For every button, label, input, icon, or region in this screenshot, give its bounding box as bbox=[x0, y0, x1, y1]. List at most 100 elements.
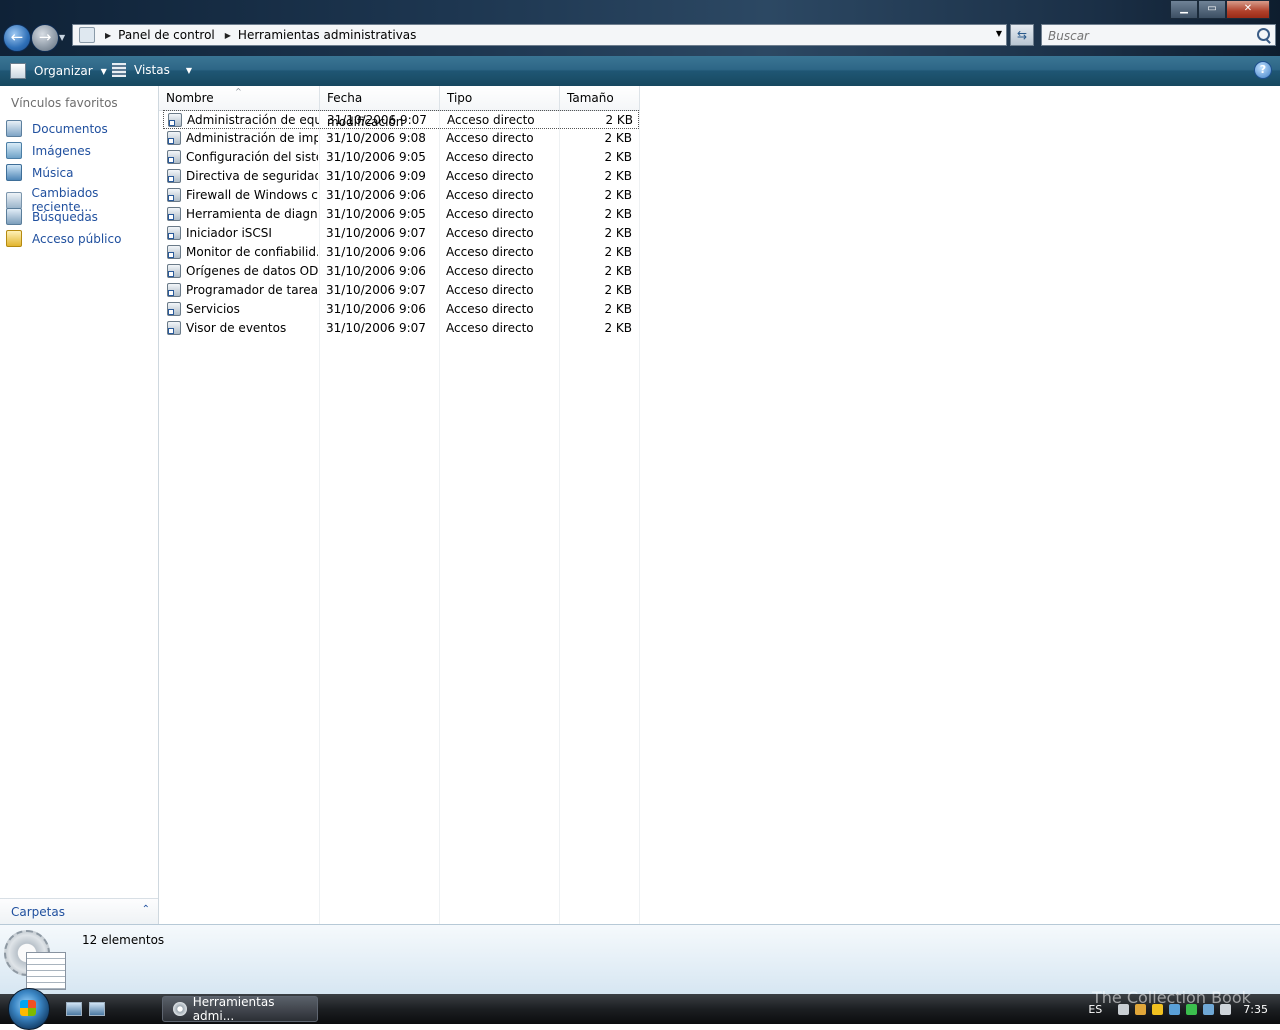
favorite-link-label: Documentos bbox=[32, 121, 108, 136]
file-size: 2 KB bbox=[604, 188, 632, 202]
shortcut-icon bbox=[167, 245, 181, 259]
network-icon[interactable] bbox=[1169, 1003, 1181, 1015]
recent-pages-dropdown[interactable]: ▼ bbox=[59, 33, 65, 42]
switch-windows-icon[interactable] bbox=[89, 1002, 105, 1016]
maximize-button[interactable]: ▭ bbox=[1198, 0, 1226, 19]
file-name: Configuración del siste... bbox=[186, 150, 318, 164]
file-type: Acceso directo bbox=[446, 150, 534, 164]
window-controls: ▁ ▭ ✕ bbox=[1170, 0, 1270, 19]
file-row[interactable]: Firewall de Windows c... 31/10/2006 9:06 A… bbox=[163, 186, 639, 205]
file-row[interactable]: Programador de tareas 31/10/2006 9:07 Acce… bbox=[163, 281, 639, 300]
folders-toggle[interactable]: Carpetas ⌃ bbox=[0, 898, 158, 925]
shortcut-icon bbox=[167, 302, 181, 316]
file-row[interactable]: Administración de imp... 31/10/2006 9:08 A… bbox=[163, 129, 639, 148]
column-header-type[interactable]: Tipo bbox=[440, 86, 560, 110]
breadcrumb-control-panel[interactable]: Panel de control bbox=[118, 28, 215, 42]
column-header-date[interactable]: Fecha modificación bbox=[320, 86, 440, 129]
column-divider bbox=[639, 86, 640, 924]
shortcut-icon bbox=[167, 131, 181, 145]
security-check-icon[interactable] bbox=[1186, 1003, 1198, 1015]
file-type: Acceso directo bbox=[446, 245, 534, 259]
shortcut-icon bbox=[167, 264, 181, 278]
chevron-right-icon[interactable]: ▶ bbox=[105, 31, 111, 40]
column-header-size[interactable]: Tamaño bbox=[560, 86, 640, 110]
column-header-name[interactable]: Nombre ^ bbox=[159, 86, 320, 110]
favorite-link-pictures[interactable]: Imágenes bbox=[6, 142, 91, 159]
column-header-label: Tamaño bbox=[567, 91, 614, 105]
search-box[interactable] bbox=[1041, 24, 1276, 46]
views-button[interactable]: Vistas ▼ bbox=[112, 63, 192, 77]
chevron-down-icon[interactable]: ▼ bbox=[996, 29, 1002, 38]
file-name: Firewall de Windows c... bbox=[186, 188, 318, 202]
keyboard-icon[interactable] bbox=[1118, 1003, 1130, 1015]
file-name: Herramienta de diagn... bbox=[186, 207, 318, 221]
file-row[interactable]: Administración de equ... 31/10/2006 9:07 A… bbox=[163, 110, 639, 129]
views-icon bbox=[112, 63, 126, 77]
file-row[interactable]: Iniciador iSCSI 31/10/2006 9:07 Acceso dir… bbox=[163, 224, 639, 243]
help-icon[interactable]: ? bbox=[1254, 61, 1272, 79]
file-row[interactable]: Monitor de confiabilid... 31/10/2006 9:06… bbox=[163, 243, 639, 262]
music-icon bbox=[6, 164, 22, 181]
show-desktop-icon[interactable] bbox=[66, 1002, 82, 1016]
file-name: Orígenes de datos ODBC bbox=[186, 264, 318, 278]
breadcrumb-admin-tools[interactable]: Herramientas administrativas bbox=[238, 28, 416, 42]
volume-icon[interactable] bbox=[1220, 1003, 1232, 1015]
file-size: 2 KB bbox=[604, 302, 632, 316]
organize-button[interactable]: Organizar ▼ bbox=[10, 63, 107, 79]
refresh-button[interactable]: ⇆ bbox=[1010, 24, 1034, 46]
file-row[interactable]: Configuración del siste... 31/10/2006 9:0… bbox=[163, 148, 639, 167]
shield-icon[interactable] bbox=[1135, 1003, 1147, 1015]
file-type: Acceso directo bbox=[446, 321, 534, 335]
file-type: Acceso directo bbox=[446, 207, 534, 221]
shortcut-icon bbox=[167, 169, 181, 183]
chevron-down-icon: ▼ bbox=[185, 65, 192, 75]
favorite-link-label: Búsquedas bbox=[32, 209, 98, 224]
taskbar-window-button[interactable]: Herramientas admi... bbox=[162, 995, 318, 1023]
file-date: 31/10/2006 9:07 bbox=[326, 321, 426, 335]
chevron-right-icon[interactable]: ▶ bbox=[225, 31, 231, 40]
alert-icon[interactable] bbox=[1152, 1003, 1164, 1015]
shortcut-icon bbox=[168, 113, 182, 127]
navigation-pane: Vínculos favoritos Documentos Imágenes M… bbox=[0, 86, 159, 925]
file-date: 31/10/2006 9:07 bbox=[326, 283, 426, 297]
file-type: Acceso directo bbox=[446, 302, 534, 316]
address-bar[interactable]: ▶ Panel de control ▶ Herramientas admini… bbox=[72, 24, 1007, 46]
minimize-button[interactable]: ▁ bbox=[1170, 0, 1198, 19]
file-name: Programador de tareas bbox=[186, 283, 318, 297]
favorite-link-public[interactable]: Acceso público bbox=[6, 230, 121, 247]
refresh-icon: ⇆ bbox=[1016, 28, 1028, 42]
back-button[interactable]: ← bbox=[3, 24, 31, 52]
taskbar-window-label: Herramientas admi... bbox=[192, 995, 275, 1023]
search-icon[interactable] bbox=[1257, 28, 1270, 41]
file-row[interactable]: Herramienta de diagn... 31/10/2006 9:05 Ac… bbox=[163, 205, 639, 224]
admin-tools-icon bbox=[4, 930, 66, 990]
file-list: Nombre ^ Fecha modificación Tipo Tamaño … bbox=[159, 86, 1280, 924]
file-row[interactable]: Servicios 31/10/2006 9:06 Acceso directo 2 … bbox=[163, 300, 639, 319]
column-header-row: Nombre ^ Fecha modificación Tipo Tamaño bbox=[159, 86, 640, 129]
file-type: Acceso directo bbox=[446, 188, 534, 202]
searches-icon bbox=[6, 208, 22, 225]
file-size: 2 KB bbox=[604, 321, 632, 335]
favorite-link-documents[interactable]: Documentos bbox=[6, 120, 108, 137]
favorite-link-label: Música bbox=[32, 165, 74, 180]
file-date: 31/10/2006 9:08 bbox=[326, 131, 426, 145]
language-indicator[interactable]: ES bbox=[1088, 1003, 1102, 1016]
close-button[interactable]: ✕ bbox=[1226, 0, 1270, 19]
file-row[interactable]: Directiva de seguridad ... 31/10/2006 9:0… bbox=[163, 167, 639, 186]
clock[interactable]: 7:35 bbox=[1243, 1003, 1268, 1016]
monitor-icon[interactable] bbox=[1203, 1003, 1215, 1015]
file-row[interactable]: Visor de eventos 31/10/2006 9:07 Acceso di… bbox=[163, 319, 639, 338]
file-date: 31/10/2006 9:05 bbox=[326, 150, 426, 164]
file-name: Visor de eventos bbox=[186, 321, 287, 335]
favorite-link-music[interactable]: Música bbox=[6, 164, 74, 181]
file-date: 31/10/2006 9:06 bbox=[326, 245, 426, 259]
shortcut-icon bbox=[167, 150, 181, 164]
admin-tools-icon bbox=[173, 1002, 187, 1016]
file-name: Directiva de seguridad ... bbox=[186, 169, 318, 183]
search-input[interactable] bbox=[1046, 26, 1250, 46]
forward-button[interactable]: → bbox=[31, 24, 59, 52]
favorite-link-searches[interactable]: Búsquedas bbox=[6, 208, 98, 225]
favorite-links-heading: Vínculos favoritos bbox=[11, 96, 118, 110]
pictures-icon bbox=[6, 142, 22, 159]
file-row[interactable]: Orígenes de datos ODBC 31/10/2006 9:06 Acc… bbox=[163, 262, 639, 281]
